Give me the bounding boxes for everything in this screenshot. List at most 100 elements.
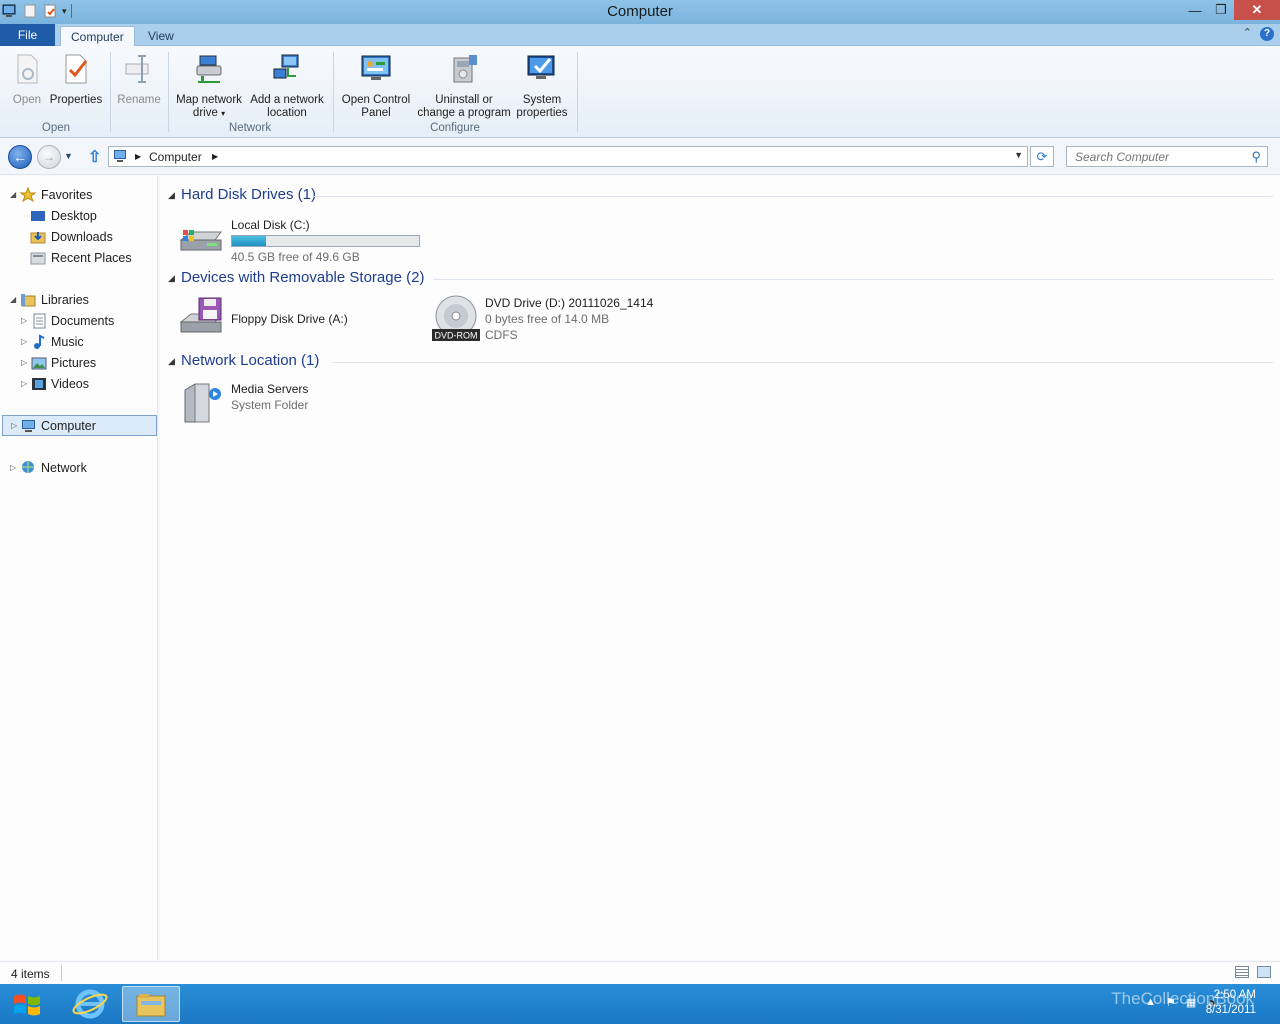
breadcrumb-computer[interactable]: Computer bbox=[149, 150, 202, 164]
address-bar[interactable]: ▶ Computer ▶ ▼ bbox=[108, 146, 1028, 167]
sidebar-item-videos[interactable]: ▷ Videos bbox=[0, 374, 158, 395]
sidebar-item-libraries[interactable]: ◢ Libraries bbox=[0, 290, 158, 311]
collapse-group-icon[interactable]: ◢ bbox=[168, 356, 175, 367]
drive-file-system: CDFS bbox=[485, 328, 518, 342]
show-hidden-icons-icon[interactable]: ▲ bbox=[1145, 996, 1156, 1009]
drive-tile-floppy-a[interactable]: Floppy Disk Drive (A:) bbox=[177, 296, 397, 342]
collapsed-arrow-icon[interactable]: ▷ bbox=[11, 421, 17, 430]
breadcrumb-chevron-icon[interactable]: ▶ bbox=[212, 152, 218, 161]
properties-check-icon bbox=[65, 54, 88, 84]
uninstall-program-button[interactable]: Uninstall or change a program bbox=[416, 52, 512, 120]
close-button[interactable]: ✕ bbox=[1234, 0, 1280, 20]
uninstall-icon bbox=[453, 55, 477, 83]
expanded-arrow-icon[interactable]: ◢ bbox=[10, 190, 16, 199]
navigation-bar: ← → ▼ ⇧ ▶ Computer ▶ ▼ ⟳ ⚲ bbox=[0, 139, 1280, 175]
desktop-icon bbox=[31, 211, 45, 221]
drive-tile-local-disk-c[interactable]: Local Disk (C:) 40.5 GB free of 49.6 GB bbox=[177, 216, 437, 264]
rename-button[interactable]: Rename bbox=[114, 52, 164, 107]
group-label-configure: Configure bbox=[430, 122, 480, 134]
system-properties-icon bbox=[527, 55, 555, 79]
media-server-icon bbox=[184, 383, 221, 423]
file-explorer-taskbar-button[interactable] bbox=[122, 986, 180, 1022]
add-network-location-button[interactable]: Add a network location bbox=[248, 52, 326, 120]
ribbon-separator bbox=[110, 52, 111, 132]
collapsed-arrow-icon[interactable]: ▷ bbox=[10, 463, 16, 472]
details-view-icon[interactable] bbox=[1235, 966, 1249, 978]
search-box[interactable]: ⚲ bbox=[1066, 146, 1268, 167]
refresh-button[interactable]: ⟳ bbox=[1030, 146, 1054, 167]
downloads-folder-icon bbox=[30, 232, 46, 244]
tab-computer[interactable]: Computer bbox=[60, 26, 135, 46]
expanded-arrow-icon[interactable]: ◢ bbox=[10, 295, 16, 304]
tab-view[interactable]: View bbox=[138, 26, 184, 46]
internet-explorer-icon[interactable] bbox=[70, 986, 114, 1022]
breadcrumb-chevron-icon[interactable]: ▶ bbox=[135, 152, 141, 161]
map-network-drive-button[interactable]: Map network drive ▾ bbox=[172, 52, 246, 120]
drive-usage-bar bbox=[231, 235, 420, 247]
tile-media-servers[interactable]: Media Servers System Folder bbox=[177, 380, 377, 428]
up-arrow-icon[interactable]: ⇧ bbox=[88, 147, 101, 167]
collapsed-arrow-icon[interactable]: ▷ bbox=[21, 337, 27, 346]
clock-time: 2:50 AM bbox=[1213, 989, 1256, 1001]
collapse-group-icon[interactable]: ◢ bbox=[168, 273, 175, 284]
tab-file[interactable]: File bbox=[0, 24, 55, 46]
clock[interactable]: 2:50 AM 8/31/2011 bbox=[1206, 988, 1256, 1018]
sidebar-item-recent-places[interactable]: Recent Places bbox=[0, 248, 158, 269]
start-button-windows-logo-icon[interactable] bbox=[8, 988, 48, 1020]
sidebar-item-music[interactable]: ▷ Music bbox=[0, 332, 158, 353]
drive-free-space: 0 bytes free of 14.0 MB bbox=[485, 312, 610, 326]
network-icon bbox=[22, 461, 34, 473]
action-center-flag-icon[interactable]: ⚑ bbox=[1166, 996, 1176, 1009]
collapsed-arrow-icon[interactable]: ▷ bbox=[21, 316, 27, 325]
drive-name: Floppy Disk Drive (A:) bbox=[231, 312, 348, 326]
videos-filmstrip-icon bbox=[32, 378, 46, 390]
forward-button[interactable]: → bbox=[37, 145, 61, 169]
system-properties-button[interactable]: System properties bbox=[514, 52, 570, 120]
sidebar-item-favorites[interactable]: ◢ Favorites bbox=[0, 185, 158, 206]
back-button[interactable]: ← bbox=[8, 145, 32, 169]
sidebar-item-downloads[interactable]: Downloads bbox=[0, 227, 158, 248]
ribbon-separator bbox=[168, 52, 169, 132]
chevron-down-icon[interactable]: ▾ bbox=[221, 109, 225, 118]
dvd-rom-badge: DVD-ROM bbox=[435, 331, 478, 341]
ribbon-tabs: File Computer View ⌃ ? bbox=[0, 24, 1280, 46]
collapsed-arrow-icon[interactable]: ▷ bbox=[21, 379, 27, 388]
maximize-button[interactable]: ❐ bbox=[1208, 0, 1234, 20]
large-icons-view-icon[interactable] bbox=[1257, 966, 1271, 978]
drive-name: DVD Drive (D:) 20111026_1414 bbox=[485, 296, 654, 310]
minimize-ribbon-icon[interactable]: ⌃ bbox=[1243, 26, 1252, 39]
open-button[interactable]: Open bbox=[8, 52, 46, 107]
title-bar: ▾ Computer — ❐ ✕ bbox=[0, 0, 1280, 24]
media-servers-type: System Folder bbox=[231, 398, 309, 412]
drive-usage-fill bbox=[232, 236, 266, 246]
minimize-button[interactable]: — bbox=[1182, 0, 1208, 20]
taskbar: TheCollectionBook ▲ ⚑ ▦ 🔈 2:50 AM 8/31/2… bbox=[0, 984, 1280, 1024]
ribbon-separator bbox=[577, 52, 578, 132]
open-control-panel-button[interactable]: Open Control Panel bbox=[338, 52, 414, 120]
search-icon[interactable]: ⚲ bbox=[1251, 149, 1261, 165]
network-status-icon[interactable]: ▦ bbox=[1186, 996, 1196, 1009]
address-dropdown-icon[interactable]: ▼ bbox=[1014, 150, 1023, 160]
window-title: Computer bbox=[607, 3, 673, 20]
collapse-group-icon[interactable]: ◢ bbox=[168, 190, 175, 201]
sidebar-item-network[interactable]: ▷ Network bbox=[0, 458, 158, 479]
sidebar-item-desktop[interactable]: Desktop bbox=[0, 206, 158, 227]
music-note-icon bbox=[34, 334, 45, 349]
help-icon[interactable]: ? bbox=[1260, 27, 1274, 41]
drive-name: Local Disk (C:) bbox=[231, 218, 310, 232]
recent-locations-icon[interactable]: ▼ bbox=[64, 151, 73, 161]
group-header-network-location[interactable]: ◢ Network Location (1) bbox=[168, 352, 1273, 372]
sidebar-item-pictures[interactable]: ▷ Pictures bbox=[0, 353, 158, 374]
open-icon bbox=[17, 54, 38, 84]
libraries-icon bbox=[21, 294, 36, 307]
group-header-removable-storage[interactable]: ◢ Devices with Removable Storage (2) bbox=[168, 269, 1273, 289]
collapsed-arrow-icon[interactable]: ▷ bbox=[21, 358, 27, 367]
sidebar-item-computer[interactable]: ▷ Computer bbox=[2, 415, 157, 436]
properties-button[interactable]: Properties bbox=[48, 52, 104, 107]
search-input[interactable] bbox=[1067, 147, 1237, 166]
group-header-hard-disk-drives[interactable]: ◢ Hard Disk Drives (1) bbox=[168, 186, 1273, 206]
sidebar-item-documents[interactable]: ▷ Documents bbox=[0, 311, 158, 332]
recent-places-icon bbox=[30, 252, 46, 265]
drive-tile-dvd-d[interactable]: DVD-ROM DVD Drive (D:) 20111026_1414 0 b… bbox=[431, 294, 691, 346]
group-label-open: Open bbox=[41, 122, 71, 134]
